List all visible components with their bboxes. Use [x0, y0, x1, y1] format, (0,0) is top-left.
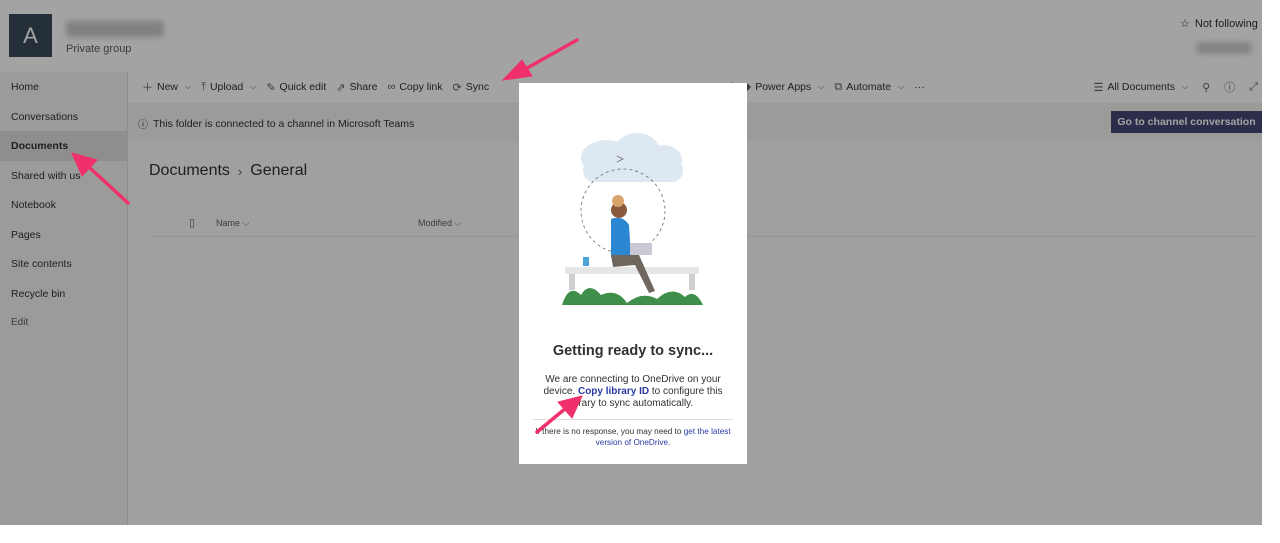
dialog-body-configure: to configure this — [651, 386, 723, 397]
dialog-title: Getting ready to sync... — [552, 343, 714, 359]
dialog-body-line1: We are connecting to OneDrive on your — [545, 374, 721, 385]
sync-dialog: Getting ready to sync... We are connecti… — [519, 83, 747, 464]
dialog-footer: If there is no response, you may need to… — [533, 427, 733, 448]
dialog-body-device: device. — [543, 386, 576, 397]
dialog-body-line2: device. Copy library ID to configure thi… — [533, 386, 733, 398]
dialog-divider — [533, 419, 733, 420]
dialog-body: We are connecting to OneDrive on your de… — [533, 374, 733, 410]
sync-illustration — [562, 133, 703, 305]
dialog-footer-text: If there is no response, you may need to — [535, 427, 682, 436]
dialog-body-line3: brary to sync automatically. — [572, 398, 694, 409]
copy-library-id-link[interactable]: Copy library ID — [578, 386, 649, 397]
